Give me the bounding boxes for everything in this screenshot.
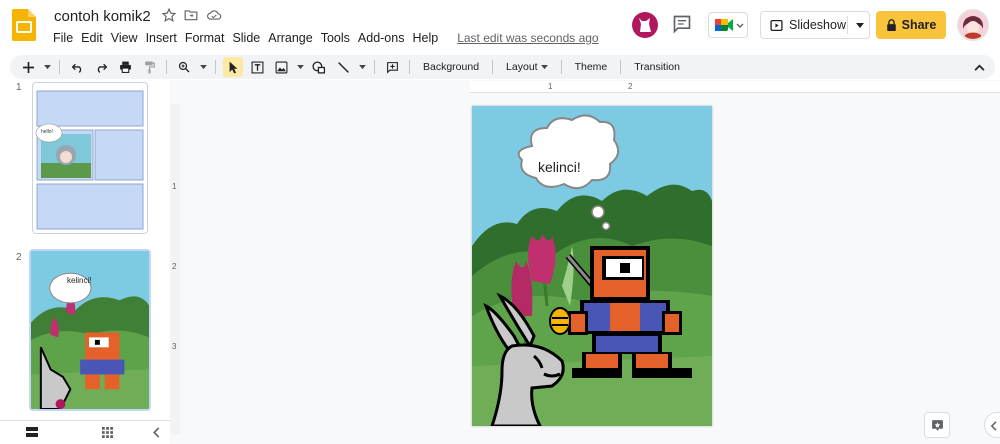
star-icon[interactable] xyxy=(161,7,178,24)
new-slide-button[interactable] xyxy=(18,57,38,77)
collapse-panel-icon[interactable] xyxy=(152,427,160,438)
menu-help[interactable]: Help xyxy=(409,31,441,45)
transition-button[interactable]: Transition xyxy=(628,57,686,77)
document-title[interactable]: contoh komik2 xyxy=(54,8,151,25)
account-avatar[interactable] xyxy=(957,9,989,41)
text-box-tool[interactable] xyxy=(247,57,267,77)
shape-icon xyxy=(312,60,326,74)
present-icon xyxy=(770,19,783,32)
slide-number: 2 xyxy=(16,252,22,263)
toolbar: Background Layout Theme Transition xyxy=(10,55,995,79)
meet-icon xyxy=(715,19,744,31)
text-box-icon xyxy=(251,61,263,73)
line-tool[interactable] xyxy=(333,57,353,77)
new-slide-dropdown[interactable] xyxy=(42,57,52,77)
layout-label: Layout xyxy=(506,61,538,73)
menu-edit[interactable]: Edit xyxy=(78,31,106,45)
line-dropdown[interactable] xyxy=(357,57,367,77)
menu-file[interactable]: File xyxy=(50,31,76,45)
paint-format-button[interactable] xyxy=(139,57,159,77)
print-button[interactable] xyxy=(115,57,135,77)
menu-bar: File Edit View Insert Format Slide Arran… xyxy=(50,31,599,45)
ruler-tick-label: 1 xyxy=(548,82,553,91)
cursor-icon xyxy=(229,61,237,73)
title-icons xyxy=(161,7,222,24)
collapse-toolbar-button[interactable] xyxy=(969,57,989,77)
chevron-left-icon xyxy=(990,421,997,431)
shape-tool[interactable] xyxy=(309,57,329,77)
image-icon xyxy=(275,61,287,73)
thumb-bubble-text: hello! xyxy=(41,129,53,135)
zoom-dropdown[interactable] xyxy=(198,57,208,77)
explore-icon xyxy=(931,419,943,431)
panel-footer xyxy=(0,420,170,444)
image-dropdown[interactable] xyxy=(295,57,305,77)
filmstrip-view-icon[interactable] xyxy=(26,427,38,437)
slide-thumbnail-1[interactable]: hello! xyxy=(32,82,148,234)
menu-tools[interactable]: Tools xyxy=(318,31,353,45)
paint-format-icon xyxy=(144,61,155,73)
grid-view-icon[interactable] xyxy=(102,427,113,438)
print-icon xyxy=(119,61,131,73)
menu-add-ons[interactable]: Add-ons xyxy=(355,31,408,45)
comic-scene xyxy=(472,106,712,426)
explore-button[interactable] xyxy=(924,412,950,438)
ruler-tick-label: 2 xyxy=(628,82,633,91)
background-button[interactable]: Background xyxy=(417,57,485,77)
ruler-tick-label: 3 xyxy=(172,342,177,351)
slide-number: 1 xyxy=(16,82,22,93)
ruler-tick-label: 1 xyxy=(172,182,177,191)
line-icon xyxy=(337,61,349,73)
redo-button[interactable] xyxy=(91,57,111,77)
collaborator-avatar[interactable] xyxy=(632,12,658,38)
filmstrip-panel: 1 hello! 2 kelinci! xyxy=(0,80,170,444)
lock-icon xyxy=(886,19,896,31)
add-comment-icon xyxy=(386,61,398,74)
zoom-button[interactable] xyxy=(174,57,194,77)
layout-button[interactable]: Layout xyxy=(500,57,554,77)
undo-button[interactable] xyxy=(67,57,87,77)
thumb-bubble-text: kelinci! xyxy=(67,276,92,285)
menu-arrange[interactable]: Arrange xyxy=(265,31,315,45)
last-edit-link[interactable]: Last edit was seconds ago xyxy=(457,31,598,45)
ruler-tick-label: 2 xyxy=(172,262,177,271)
slide-thumbnail-2[interactable]: kelinci! xyxy=(29,249,151,411)
main-slide[interactable]: kelinci! xyxy=(472,106,712,426)
move-to-folder-icon[interactable] xyxy=(184,8,200,24)
redo-icon xyxy=(97,63,107,73)
theme-button[interactable]: Theme xyxy=(569,57,614,77)
slides-logo-icon[interactable] xyxy=(12,9,36,41)
image-tool[interactable] xyxy=(271,57,291,77)
menu-slide[interactable]: Slide xyxy=(229,31,263,45)
chevron-down-icon xyxy=(199,64,207,69)
cloud-status-icon[interactable] xyxy=(206,8,222,24)
slides-app: contoh komik2 File Edit View Insert Form… xyxy=(0,0,1000,444)
chevron-down-icon xyxy=(296,64,304,69)
chevron-down-icon xyxy=(540,64,548,69)
chevron-down-icon[interactable] xyxy=(856,23,864,29)
add-comment-button[interactable] xyxy=(382,57,402,77)
share-label: Share xyxy=(901,18,937,32)
slideshow-label: Slideshow xyxy=(789,18,846,32)
menu-view[interactable]: View xyxy=(108,31,141,45)
header: contoh komik2 File Edit View Insert Form… xyxy=(0,0,1000,52)
horizontal-ruler: 1 2 xyxy=(470,81,1000,93)
menu-format[interactable]: Format xyxy=(182,31,228,45)
plus-icon xyxy=(22,61,34,73)
bubble-text[interactable]: kelinci! xyxy=(538,159,581,175)
undo-icon xyxy=(71,63,81,73)
vertical-ruler: 1 2 3 xyxy=(170,104,180,434)
share-button[interactable]: Share xyxy=(876,11,946,39)
chevron-up-icon xyxy=(974,64,984,71)
chevron-down-icon xyxy=(43,64,51,69)
slideshow-button[interactable]: Slideshow xyxy=(760,11,870,39)
comment-icon[interactable] xyxy=(672,14,692,34)
select-tool[interactable] xyxy=(223,57,243,77)
chevron-down-icon xyxy=(358,64,366,69)
menu-insert[interactable]: Insert xyxy=(143,31,180,45)
zoom-icon xyxy=(178,61,190,73)
meet-button[interactable] xyxy=(708,12,748,38)
